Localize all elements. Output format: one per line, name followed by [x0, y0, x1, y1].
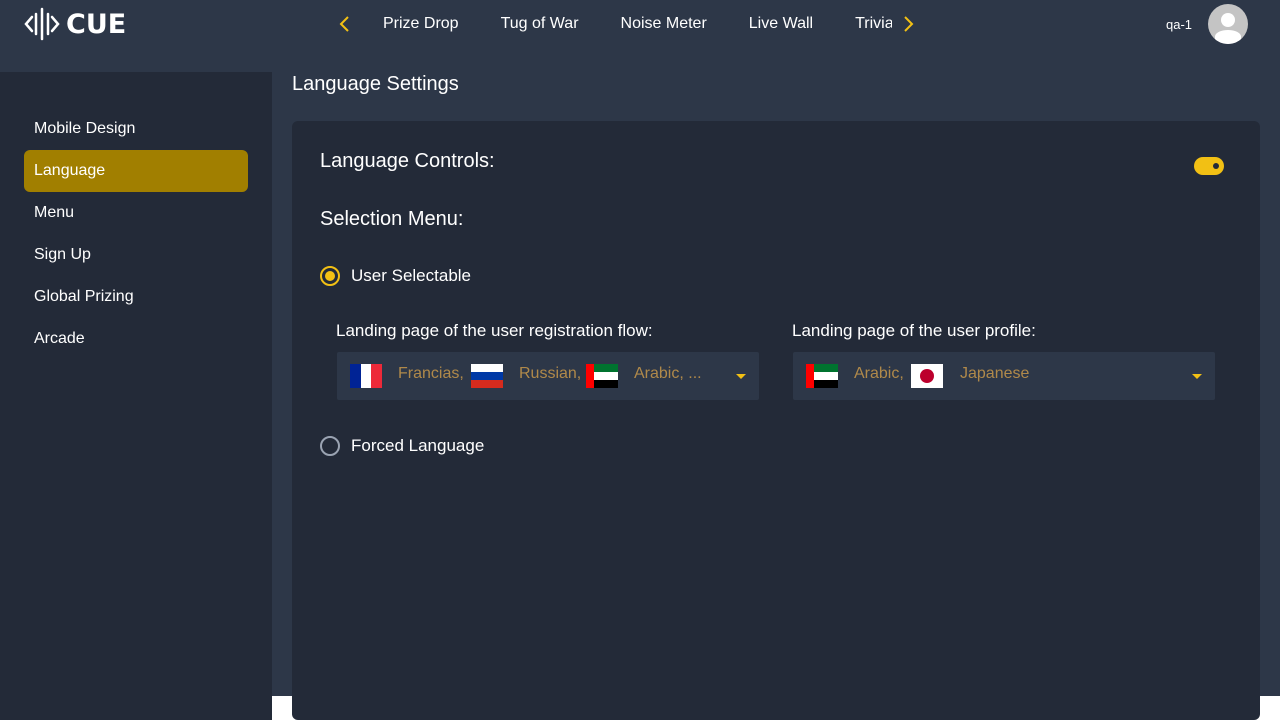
sidebar-item-global-prizing[interactable]: Global Prizing [24, 276, 248, 318]
tab-trivia[interactable]: Trivia [834, 0, 892, 48]
registration-option-french: Francias, [398, 365, 464, 382]
forced-language-label[interactable]: Forced Language [351, 436, 484, 456]
user-name[interactable]: qa-1 [1166, 17, 1192, 32]
sidebar-item-arcade[interactable]: Arcade [24, 318, 248, 360]
profile-language-select[interactable]: Arabic, Japanese [793, 352, 1215, 400]
user-selectable-label[interactable]: User Selectable [351, 266, 471, 286]
profile-option-arabic: Arabic, [854, 365, 904, 382]
user-avatar-icon [1215, 13, 1241, 44]
registration-option-arabic: Arabic, ... [634, 365, 702, 382]
sidebar-item-mobile-design[interactable]: Mobile Design [24, 108, 248, 150]
nav-prev-button[interactable] [333, 12, 357, 36]
sidebar-item-language[interactable]: Language [24, 150, 248, 192]
language-controls-toggle[interactable] [1194, 157, 1224, 175]
registration-option-russian: Russian, [519, 365, 582, 382]
chevron-right-icon [904, 16, 914, 32]
language-controls-label: Language Controls: [320, 150, 495, 172]
sidebar-item-menu[interactable]: Menu [24, 192, 248, 234]
chevron-left-icon [339, 16, 349, 32]
sidebar-item-sign-up[interactable]: Sign Up [24, 234, 248, 276]
selection-menu-label: Selection Menu: [320, 208, 464, 230]
page-title: Language Settings [292, 73, 459, 95]
top-bar: CUE Prize Drop Tug of War Noise Meter Live … [0, 0, 1280, 72]
forced-language-radio[interactable] [320, 436, 340, 456]
logo-text: CUE [66, 8, 127, 40]
caret-down-icon [736, 374, 746, 379]
russia-flag-icon [471, 364, 503, 388]
logo[interactable]: CUE [24, 6, 126, 42]
avatar[interactable] [1208, 4, 1248, 44]
tab-tug-of-war[interactable]: Tug of War [480, 0, 600, 48]
profile-landing-label: Landing page of the user profile: [792, 321, 1036, 340]
uae-flag-icon [806, 364, 838, 388]
tab-live-wall[interactable]: Live Wall [728, 0, 834, 48]
user-selectable-radio[interactable] [320, 266, 340, 286]
toggle-knob [1213, 163, 1219, 169]
caret-down-icon [1192, 374, 1202, 379]
nav-next-button[interactable] [896, 12, 920, 36]
france-flag-icon [350, 364, 382, 388]
sidebar: Mobile Design Language Menu Sign Up Glob… [0, 72, 272, 720]
uae-flag-icon [586, 364, 618, 388]
registration-landing-label: Landing page of the user registration fl… [336, 321, 653, 340]
tab-prize-drop[interactable]: Prize Drop [362, 0, 480, 48]
nav-tabs: Prize Drop Tug of War Noise Meter Live Wall… [362, 0, 892, 48]
cue-logo-icon [24, 7, 60, 41]
japan-flag-icon [911, 364, 943, 388]
profile-option-japanese: Japanese [960, 365, 1030, 382]
radio-selected-dot [325, 271, 335, 281]
tab-noise-meter[interactable]: Noise Meter [600, 0, 728, 48]
registration-language-select[interactable]: Francias, Russian, Arabic, ... [337, 352, 759, 400]
